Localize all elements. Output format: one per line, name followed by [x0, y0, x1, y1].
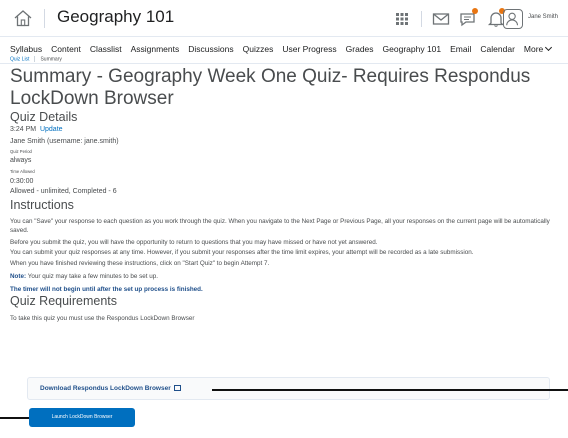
nav-calendar[interactable]: Calendar	[480, 44, 515, 54]
annotation-line	[212, 389, 568, 391]
breadcrumb-quiz-list[interactable]: Quiz List	[10, 56, 29, 62]
nav-assignments[interactable]: Assignments	[131, 44, 180, 54]
note-label: Note:	[10, 273, 27, 281]
breadcrumb-separator	[34, 56, 36, 62]
current-time: 3:24 PM	[10, 126, 37, 133]
nav-more-label: More	[523, 44, 544, 54]
attempts-line: Allowed - unlimited, Completed - 6	[10, 188, 117, 195]
course-navbar: Syllabus Content Classlist Assignments D…	[0, 38, 568, 64]
external-link-icon	[173, 385, 181, 391]
nav-classlist[interactable]: Classlist	[90, 44, 122, 54]
course-title[interactable]: Geography 101	[57, 7, 174, 27]
nav-geography-101[interactable]: Geography 101	[383, 44, 442, 54]
instruction-paragraph: You can "Save" your response to each que…	[10, 218, 550, 235]
instruction-paragraph: You can submit your quiz responses at an…	[10, 248, 474, 256]
avatar[interactable]	[503, 9, 523, 29]
current-time-line: 3:24 PM Update	[10, 125, 558, 135]
divider	[44, 9, 45, 28]
user-icon	[506, 12, 519, 26]
nav-user-progress[interactable]: User Progress	[282, 44, 336, 54]
instruction-paragraph: When you have finished reviewing these i…	[10, 259, 270, 267]
launch-lockdown-button[interactable]: Launch LockDown Browser	[29, 408, 135, 427]
time-allowed-value: 0:30:00	[10, 178, 34, 185]
user-name[interactable]: Jane Smith	[528, 14, 558, 20]
page-title: Summary - Geography Week One Quiz- Requi…	[10, 66, 531, 109]
requirements-text: To take this quiz you must use the Respo…	[10, 315, 195, 323]
nav-grades[interactable]: Grades	[346, 44, 374, 54]
update-link[interactable]: Update	[40, 126, 63, 133]
time-allowed-label: Time Allowed	[10, 169, 35, 174]
quiz-period-value: always	[10, 157, 32, 164]
instruction-paragraph: Before you submit the quiz, you will hav…	[10, 239, 378, 247]
mail-icon[interactable]	[431, 10, 451, 28]
quiz-requirements-heading: Quiz Requirements	[10, 294, 117, 309]
nav-more[interactable]: More	[523, 43, 553, 54]
breadcrumb: Quiz List Summary	[10, 56, 62, 62]
nav-content[interactable]: Content	[51, 44, 81, 54]
top-bar: Geography 101 Jane Smith	[0, 0, 568, 37]
instructions-heading: Instructions	[10, 198, 74, 212]
note-line: Note: Your quiz may take a few minutes t…	[10, 272, 558, 281]
quiz-details-heading: Quiz Details	[10, 110, 78, 124]
waffle-icon[interactable]	[392, 10, 412, 28]
home-icon[interactable]	[13, 9, 33, 27]
nav-quizzes[interactable]: Quizzes	[243, 44, 274, 54]
divider	[421, 11, 422, 27]
breadcrumb-current: Summary	[40, 56, 62, 63]
notification-dot	[472, 8, 478, 14]
nav-email[interactable]: Email	[450, 44, 471, 54]
main-content: Summary - Geography Week One Quiz- Requi…	[10, 66, 558, 324]
annotation-line	[0, 417, 29, 419]
note-text: Your quiz may take a few minutes to be s…	[26, 273, 159, 281]
chevron-down-icon	[545, 43, 553, 52]
nav-syllabus[interactable]: Syllabus	[10, 44, 42, 54]
download-link-label: Download Respondus LockDown Browser	[40, 385, 171, 392]
nav-discussions[interactable]: Discussions	[188, 44, 233, 54]
user-line: Jane Smith (username: jane.smith)	[10, 138, 119, 145]
timer-note: The timer will not begin until after the…	[10, 286, 203, 294]
quiz-period-label: Quiz Period	[10, 149, 32, 154]
download-lockdown-link[interactable]: Download Respondus LockDown Browser	[40, 385, 181, 392]
